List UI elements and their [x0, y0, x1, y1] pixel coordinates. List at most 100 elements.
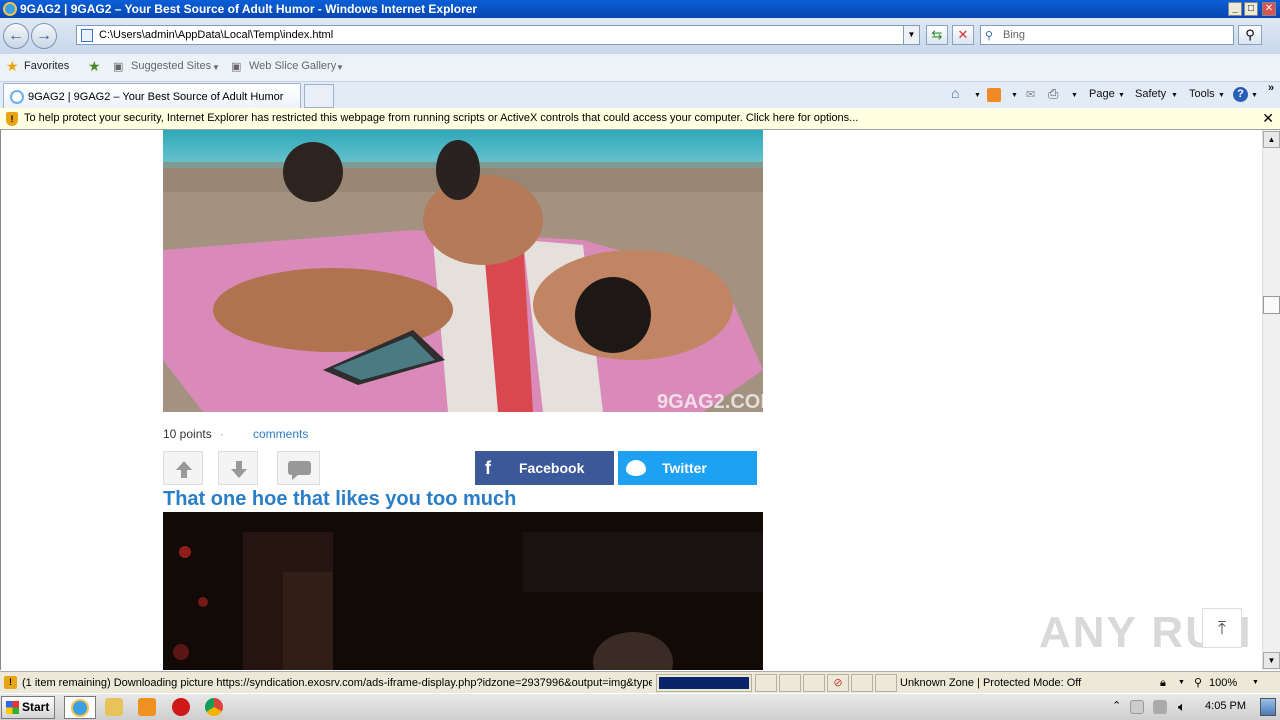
favorites-button[interactable]: Favorites	[24, 60, 69, 72]
chrome-icon[interactable]	[205, 698, 223, 716]
opera-icon[interactable]	[172, 698, 190, 716]
network-icon[interactable]	[1153, 700, 1167, 714]
scroll-down-icon[interactable]: ▼	[1263, 652, 1280, 669]
start-button[interactable]: Start	[1, 696, 55, 719]
address-url[interactable]: C:\Users\admin\AppData\Local\Temp\index.…	[99, 29, 333, 41]
suggested-sites-chevron-icon[interactable]: ▼	[212, 63, 220, 72]
image-watermark: 9GAG2.COM	[657, 391, 763, 412]
status-segment-4	[851, 674, 873, 692]
zoom-icon[interactable]: ⚲	[1194, 672, 1202, 694]
forward-button[interactable]: →	[31, 23, 57, 49]
suggested-sites-link[interactable]: Suggested Sites	[131, 60, 211, 72]
post-image[interactable]: 9GAG2.COM	[163, 130, 763, 412]
twitter-share-button[interactable]: Twitter	[618, 451, 757, 485]
comments-link[interactable]: comments	[253, 427, 308, 441]
page-content: 9GAG2.COM 10 points · comments f Faceboo…	[0, 130, 1262, 670]
refresh-button[interactable]: ⇆	[926, 25, 948, 45]
favorites-bar: ★ Favorites ★ ▣ Suggested Sites ▼ ▣ Web …	[0, 54, 1280, 82]
back-button[interactable]: ←	[3, 23, 29, 49]
start-label: Start	[22, 700, 50, 714]
tools-menu[interactable]: Tools	[1189, 88, 1215, 100]
shield-warning-icon: !	[6, 112, 18, 126]
info-bar-message[interactable]: To help protect your security, Internet …	[24, 112, 858, 124]
tools-chevron-icon[interactable]: ▼	[1218, 92, 1225, 99]
address-bar[interactable]: C:\Users\admin\AppData\Local\Temp\index.…	[76, 25, 920, 45]
suggested-sites-icon: ▣	[113, 61, 124, 73]
windows-flag-icon	[6, 701, 19, 714]
windows-taskbar: Start ⌃ 🔈︎ 4:05 PM	[0, 693, 1280, 720]
home-icon[interactable]: ⌂	[951, 85, 959, 101]
zone-chevron-icon[interactable]: ▼	[1178, 672, 1185, 694]
arrow-down-icon	[231, 461, 247, 478]
zone-lock-icon[interactable]: 🔒︎	[1160, 672, 1166, 694]
status-bar: ! (1 item remaining) Downloading picture…	[0, 671, 1280, 693]
help-chevron-icon[interactable]: ▼	[1251, 92, 1258, 99]
post-title[interactable]: That one hoe that likes you too much	[163, 488, 516, 511]
web-slice-icon: ▣	[231, 61, 242, 73]
post-image-2[interactable]	[163, 512, 763, 670]
zoom-level[interactable]: 100%	[1209, 672, 1237, 694]
taskbar-ie-button[interactable]	[64, 696, 96, 719]
feeds-icon[interactable]	[987, 88, 1001, 102]
more-commands-icon[interactable]: »	[1268, 82, 1274, 94]
status-segment-5	[875, 674, 897, 692]
print-icon[interactable]: ⎙	[1048, 86, 1058, 102]
print-chevron-icon[interactable]: ▼	[1071, 92, 1078, 99]
tab-active[interactable]: 9GAG2 | 9GAG2 – Your Best Source of Adul…	[3, 83, 301, 108]
status-warning-icon: !	[4, 676, 17, 689]
action-center-icon[interactable]	[1130, 700, 1144, 714]
safety-menu[interactable]: Safety	[1135, 88, 1166, 100]
tray-expand-icon[interactable]: ⌃	[1112, 699, 1121, 712]
vertical-scrollbar[interactable]: ▲ ▼	[1262, 130, 1280, 670]
ie-taskbar-icon	[71, 699, 89, 717]
restore-button[interactable]: □	[1244, 2, 1258, 16]
security-info-bar[interactable]: ! To help protect your security, Interne…	[0, 108, 1280, 130]
new-tab-button[interactable]	[304, 84, 334, 108]
page-chevron-icon[interactable]: ▼	[1118, 92, 1125, 99]
progress-fill	[659, 677, 749, 689]
close-window-button[interactable]: ✕	[1262, 2, 1276, 16]
search-input[interactable]: ⚲ Bing	[980, 25, 1234, 45]
downvote-button[interactable]	[218, 451, 258, 485]
comment-icon	[292, 475, 298, 480]
show-desktop-button[interactable]	[1260, 698, 1276, 716]
search-button[interactable]: ⚲	[1238, 25, 1262, 45]
comment-button[interactable]	[277, 451, 320, 485]
page-menu[interactable]: Page	[1089, 88, 1115, 100]
minimize-button[interactable]: _	[1228, 2, 1242, 16]
address-dropdown-icon[interactable]: ▼	[903, 26, 919, 44]
info-bar-close-icon[interactable]: ✕	[1262, 108, 1274, 129]
web-slice-gallery-link[interactable]: Web Slice Gallery	[249, 60, 336, 72]
status-text: (1 item remaining) Downloading picture h…	[22, 677, 652, 689]
status-segment-3	[803, 674, 825, 692]
home-chevron-icon[interactable]: ▼	[974, 92, 981, 99]
scroll-up-icon[interactable]: ▲	[1263, 131, 1280, 148]
popup-blocked-icon[interactable]: ⊘	[827, 674, 849, 692]
read-mail-icon[interactable]: ✉	[1026, 88, 1035, 101]
status-segment-1	[755, 674, 777, 692]
explorer-folder-icon[interactable]	[105, 698, 123, 716]
system-clock[interactable]: 4:05 PM	[1205, 700, 1246, 712]
window-title-bar: 9GAG2 | 9GAG2 – Your Best Source of Adul…	[0, 0, 1280, 18]
help-icon[interactable]: ?	[1233, 87, 1248, 102]
download-progress	[656, 674, 752, 692]
volume-icon[interactable]: 🔈︎	[1178, 699, 1186, 715]
stop-button[interactable]: ✕	[952, 25, 974, 45]
security-zone[interactable]: Unknown Zone | Protected Mode: Off	[900, 672, 1081, 694]
facebook-label: Facebook	[519, 460, 585, 476]
scroll-thumb[interactable]	[1263, 296, 1280, 314]
zoom-chevron-icon[interactable]: ▼	[1252, 672, 1259, 694]
scroll-to-top-button[interactable]: ⤒	[1202, 608, 1242, 648]
feeds-chevron-icon[interactable]: ▼	[1011, 92, 1018, 99]
add-favorites-icon[interactable]: ★	[88, 58, 101, 75]
search-placeholder: Bing	[1003, 29, 1026, 41]
arrow-up-icon	[176, 461, 192, 478]
media-player-icon[interactable]	[138, 698, 156, 716]
address-toolbar: ← → C:\Users\admin\AppData\Local\Temp\in…	[0, 18, 1280, 54]
web-slice-chevron-icon[interactable]: ▼	[336, 63, 344, 72]
safety-chevron-icon[interactable]: ▼	[1171, 92, 1178, 99]
facebook-icon: f	[485, 458, 491, 478]
facebook-share-button[interactable]: f Facebook	[475, 451, 614, 485]
status-segment-2	[779, 674, 801, 692]
upvote-button[interactable]	[163, 451, 203, 485]
